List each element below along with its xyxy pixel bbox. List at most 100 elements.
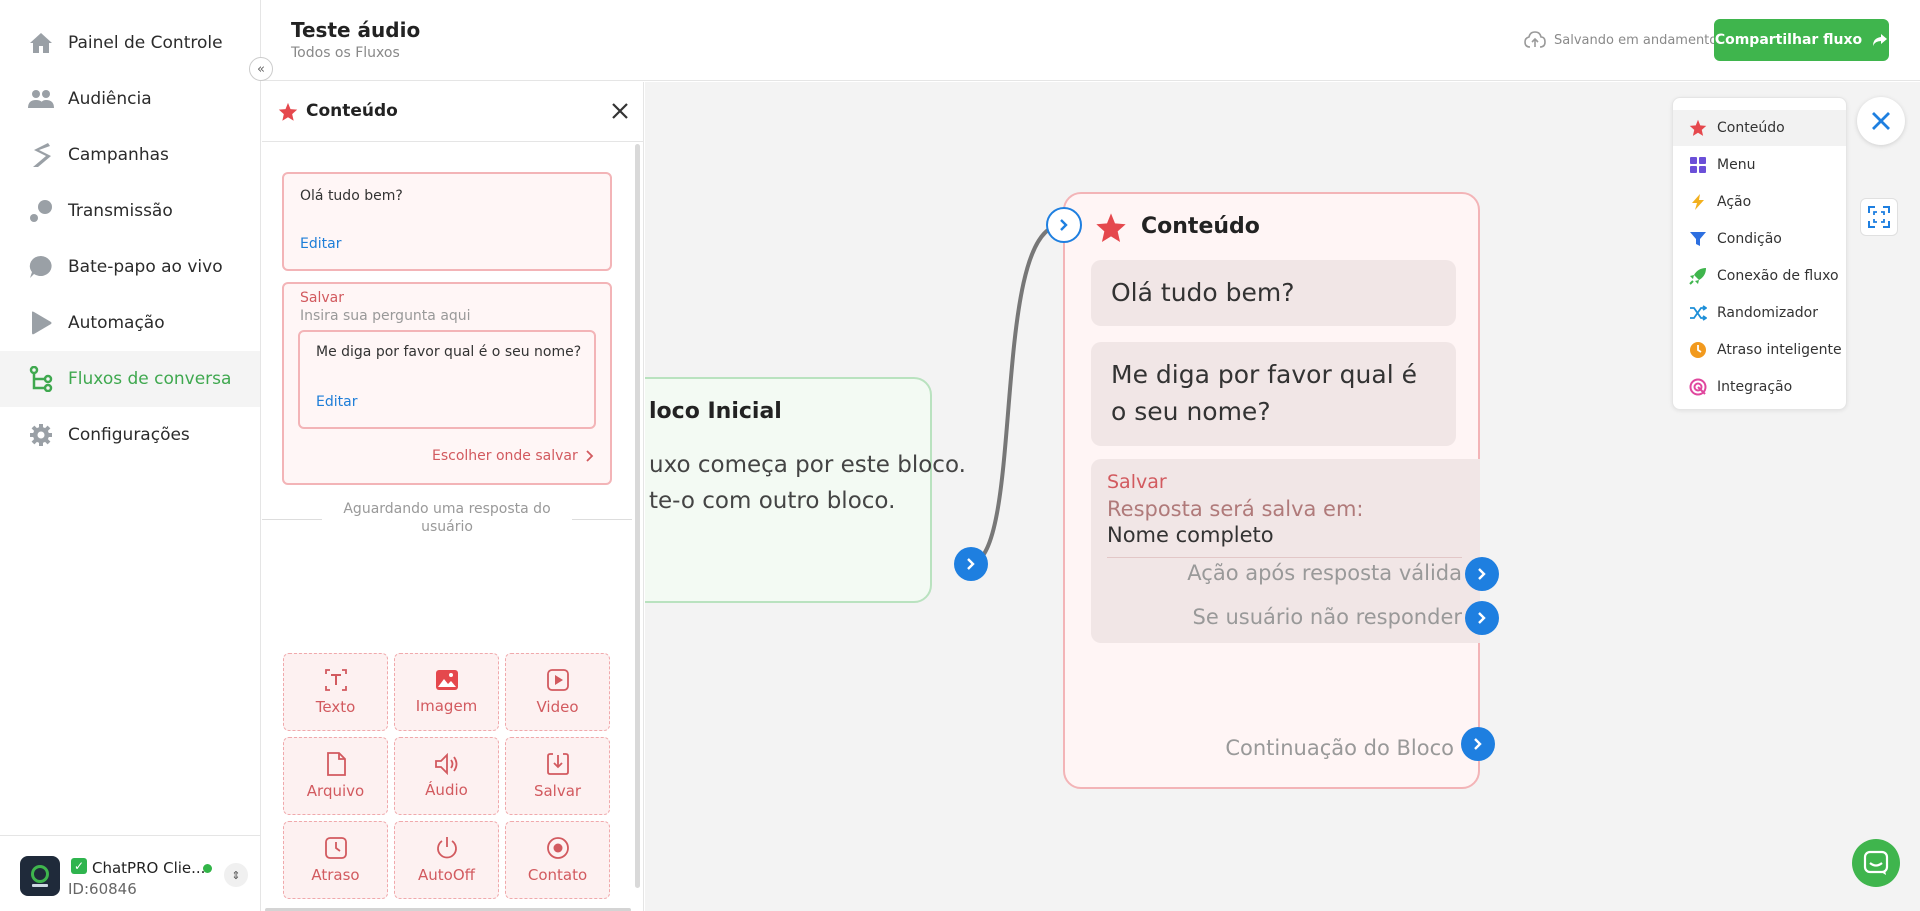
menu-item-randomizador[interactable]: Randomizador — [1673, 295, 1846, 331]
sidebar-item-configuracoes[interactable]: Configurações — [0, 407, 260, 463]
chat-icon — [1863, 850, 1889, 875]
fit-view-button[interactable] — [1860, 198, 1898, 236]
online-status-icon — [203, 864, 212, 873]
text-button-label: Texto — [315, 698, 356, 716]
sidebar-item-audiencia[interactable]: Audiência — [0, 71, 260, 127]
question-text: Me diga por favor qual é o seu nome? — [316, 344, 582, 360]
valid-response-handle[interactable] — [1465, 557, 1499, 591]
shuffle-icon — [1689, 304, 1707, 322]
sidebar-item-painel[interactable]: Painel de Controle — [0, 15, 260, 71]
clock-icon — [1689, 341, 1707, 359]
menu-item-label: Conteúdo — [1717, 120, 1785, 136]
add-block-menu: Conteúdo Menu Ação Condição Conexão de f… — [1672, 97, 1847, 410]
close-icon[interactable] — [607, 98, 633, 124]
image-button[interactable]: Imagem — [394, 653, 499, 731]
collapse-sidebar-button[interactable]: « — [249, 57, 273, 81]
audio-button[interactable]: Áudio — [394, 737, 499, 815]
content-block[interactable]: Conteúdo Olá tudo bem? Me diga por favor… — [1063, 192, 1480, 789]
image-button-label: Imagem — [415, 697, 478, 715]
sidebar-item-transmissao[interactable]: Transmissão — [0, 183, 260, 239]
video-button[interactable]: Video — [505, 653, 610, 731]
sidebar-item-campanhas[interactable]: Campanhas — [0, 127, 260, 183]
delay-button[interactable]: Atraso — [283, 821, 388, 899]
sidebar-item-automacao[interactable]: Automação — [0, 295, 260, 351]
contact-icon — [546, 837, 569, 859]
block-continuation: Continuação do Bloco — [1225, 736, 1454, 760]
save-section: Salvar Resposta será salva em: Nome comp… — [1091, 459, 1480, 643]
menu-item-label: Integração — [1717, 379, 1793, 395]
sidebar: Painel de Controle Audiência Campanhas T… — [0, 0, 261, 911]
account-id: ID:60846 — [68, 880, 137, 898]
gear-icon — [28, 422, 54, 448]
sidebar-item-label: Campanhas — [68, 145, 169, 165]
content-input-handle[interactable] — [1046, 207, 1082, 243]
filter-icon — [1689, 230, 1707, 248]
people-icon — [28, 86, 54, 112]
share-flow-label: Compartilhar fluxo — [1714, 32, 1863, 48]
edit-message-link[interactable]: Editar — [300, 236, 341, 252]
chevron-right-icon — [1478, 612, 1486, 624]
sidebar-item-fluxos[interactable]: Fluxos de conversa — [0, 351, 260, 407]
response-saved-label: Resposta será salva em: — [1107, 497, 1364, 521]
power-icon — [436, 837, 457, 859]
save-section-label: Salvar — [1107, 471, 1167, 493]
start-output-handle[interactable] — [954, 547, 988, 581]
star-icon — [1689, 119, 1707, 137]
menu-item-conteudo[interactable]: Conteúdo — [1673, 110, 1846, 146]
chat-bubble-icon — [28, 254, 54, 280]
menu-item-label: Randomizador — [1717, 305, 1818, 321]
chevron-updown-icon[interactable]: ⇕ — [224, 863, 248, 887]
sidebar-item-label: Fluxos de conversa — [68, 369, 232, 389]
panel-header: Conteúdo — [262, 82, 644, 142]
question-card[interactable]: Me diga por favor qual é o seu nome? Edi… — [298, 330, 596, 429]
account-switcher[interactable]: ✓ ChatPRO Clie... ID:60846 ⇕ — [0, 835, 260, 911]
sidebar-item-label: Configurações — [68, 425, 190, 445]
divider — [1107, 557, 1462, 558]
page-title: Teste áudio — [291, 18, 421, 42]
save-field-name: Nome completo — [1107, 523, 1274, 547]
continuation-handle[interactable] — [1461, 727, 1495, 761]
sidebar-item-batepapo[interactable]: Bate-papo ao vivo — [0, 239, 260, 295]
menu-item-atraso[interactable]: Atraso inteligente — [1673, 332, 1846, 368]
play-icon — [28, 310, 54, 336]
menu-item-menu[interactable]: Menu — [1673, 147, 1846, 183]
divider — [572, 519, 632, 520]
start-block[interactable]: loco Inicial uxo começa por este bloco. … — [645, 377, 966, 603]
text-icon — [324, 669, 347, 691]
share-flow-button[interactable]: Compartilhar fluxo — [1714, 19, 1889, 61]
valid-response-action: Ação após resposta válida — [1187, 561, 1462, 585]
video-button-label: Video — [536, 698, 579, 716]
autooff-button[interactable]: AutoOff — [394, 821, 499, 899]
menu-item-condicao[interactable]: Condição — [1673, 221, 1846, 257]
start-block-description: uxo começa por este bloco. te-o com outr… — [649, 447, 966, 519]
menu-item-label: Menu — [1717, 157, 1756, 173]
save-icon — [546, 753, 569, 775]
delay-button-label: Atraso — [311, 866, 360, 884]
contact-button[interactable]: Contato — [505, 821, 610, 899]
menu-item-label: Atraso inteligente — [1717, 342, 1842, 358]
content-panel: Conteúdo Olá tudo bem? Editar Salvar Ins… — [262, 82, 644, 911]
panel-scrollbar[interactable] — [635, 144, 640, 888]
message-card[interactable]: Olá tudo bem? Editar — [282, 172, 612, 271]
close-menu-button[interactable] — [1857, 97, 1905, 145]
contact-button-label: Contato — [527, 866, 588, 884]
edit-question-link[interactable]: Editar — [316, 394, 357, 410]
file-button[interactable]: Arquivo — [283, 737, 388, 815]
sidebar-item-label: Audiência — [68, 89, 152, 109]
question-bubble: Me diga por favor qual é o seu nome? — [1091, 342, 1456, 446]
no-response-handle[interactable] — [1465, 601, 1499, 635]
message-bubble: Olá tudo bem? — [1091, 260, 1456, 326]
breadcrumb[interactable]: Todos os Fluxos — [291, 45, 400, 61]
menu-item-integracao[interactable]: Integração — [1673, 369, 1846, 405]
support-chat-button[interactable] — [1852, 839, 1900, 887]
save-button[interactable]: Salvar — [505, 737, 610, 815]
avatar — [20, 856, 60, 896]
save-card: Salvar Insira sua pergunta aqui Me diga … — [282, 282, 612, 485]
choose-save-link[interactable]: Escolher onde salvar — [432, 448, 594, 464]
audio-button-label: Áudio — [425, 781, 468, 799]
choose-save-label: Escolher onde salvar — [432, 448, 578, 464]
menu-item-acao[interactable]: Ação — [1673, 184, 1846, 220]
menu-item-conexao[interactable]: Conexão de fluxo — [1673, 258, 1846, 294]
question-placeholder[interactable]: Insira sua pergunta aqui — [300, 308, 471, 324]
text-button[interactable]: Texto — [283, 653, 388, 731]
